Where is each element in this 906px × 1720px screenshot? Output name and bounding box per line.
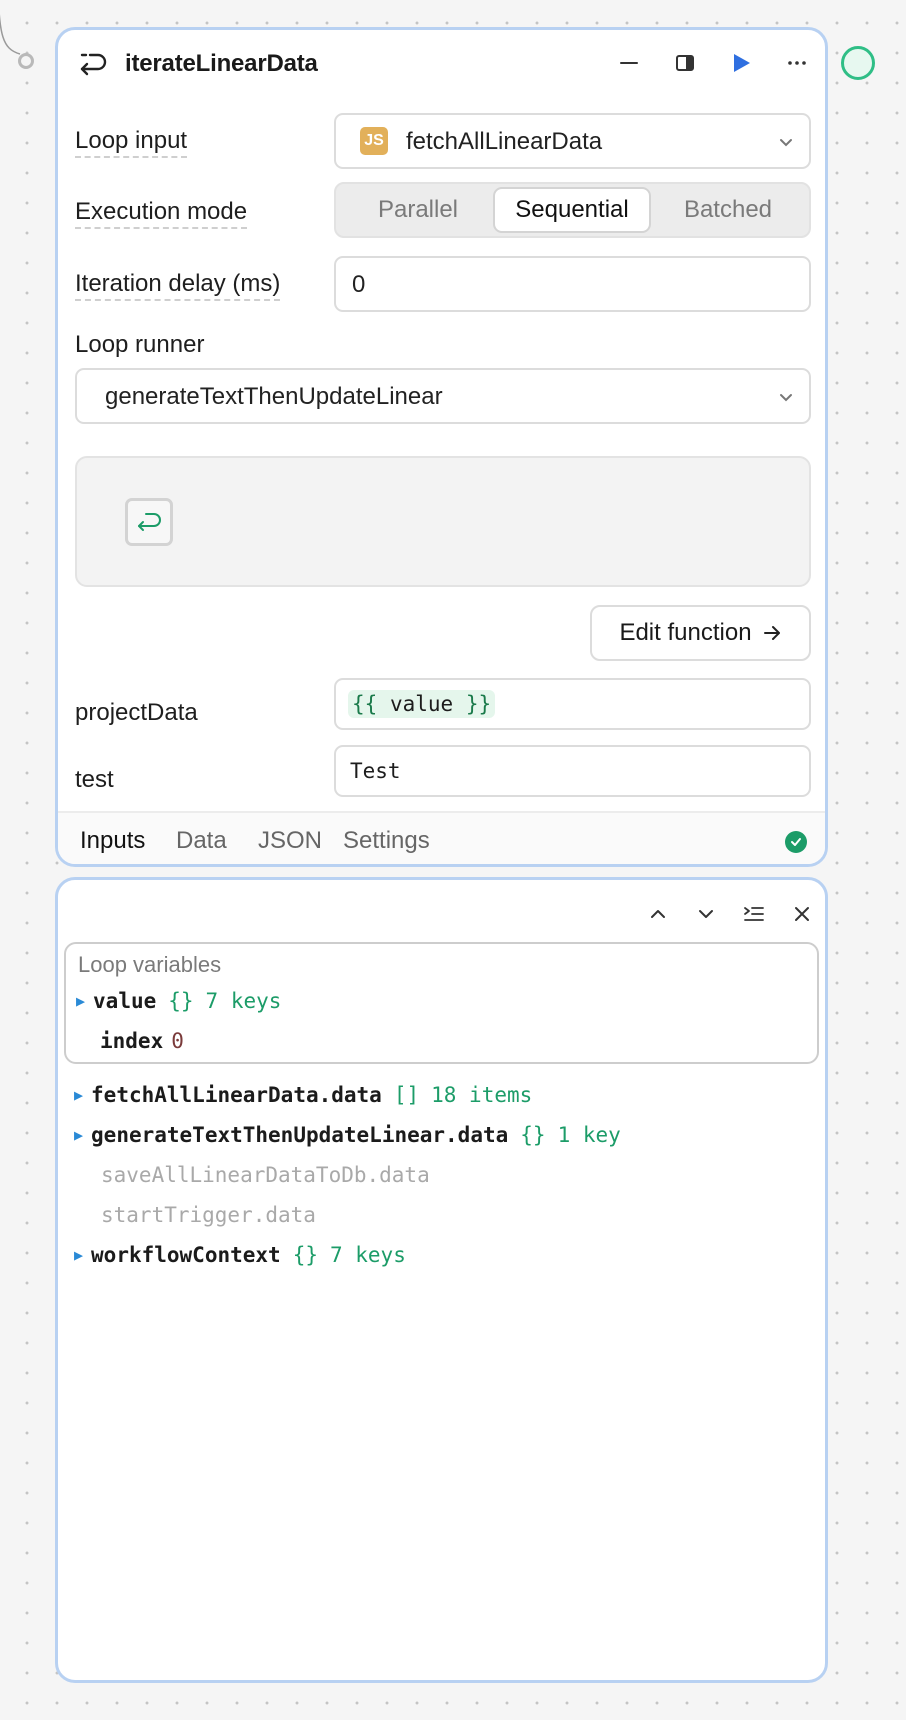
run-button[interactable] bbox=[724, 46, 758, 80]
tab-data[interactable]: Data bbox=[176, 827, 227, 855]
node-header: iterateLinearData bbox=[58, 30, 825, 94]
expand-triangle-icon[interactable]: ▶ bbox=[74, 1126, 83, 1144]
js-badge: JS bbox=[360, 127, 388, 155]
minimize-icon bbox=[620, 62, 638, 64]
side-panel-icon bbox=[676, 55, 694, 71]
expand-down-button[interactable] bbox=[690, 898, 722, 930]
edit-function-label: Edit function bbox=[619, 619, 752, 646]
input-port[interactable] bbox=[18, 53, 34, 69]
iteration-delay-value: 0 bbox=[352, 271, 366, 298]
tree-row-workflowcontext[interactable]: ▶ workflowContext{} 7 keys bbox=[74, 1242, 406, 1270]
chevron-down-icon bbox=[699, 910, 713, 918]
param-name-projectdata: projectData bbox=[75, 699, 198, 726]
tree-row-starttrigger: startTrigger.data bbox=[101, 1203, 316, 1227]
indent-button[interactable] bbox=[738, 898, 770, 930]
minimize-button[interactable] bbox=[612, 46, 646, 80]
node-title: iterateLinearData bbox=[125, 50, 318, 77]
more-button[interactable] bbox=[780, 46, 814, 80]
node-tabs: Inputs Data JSON Settings bbox=[58, 811, 825, 864]
expand-triangle-icon[interactable]: ▶ bbox=[74, 1246, 83, 1264]
tab-json[interactable]: JSON bbox=[258, 827, 322, 855]
expand-triangle-icon[interactable]: ▶ bbox=[74, 1086, 83, 1104]
loop-runner-select[interactable]: generateTextThenUpdateLinear bbox=[75, 368, 811, 424]
execution-mode-label: Execution mode bbox=[75, 198, 248, 229]
loop-runner-label: Loop runner bbox=[75, 331, 205, 358]
execution-mode-segmented-control: Parallel Sequential Batched bbox=[334, 182, 811, 238]
tab-inputs[interactable]: Inputs bbox=[80, 827, 145, 855]
loop-runner-value: generateTextThenUpdateLinear bbox=[105, 383, 443, 410]
side-panel-button[interactable] bbox=[668, 46, 702, 80]
tree-row-index: index 0 bbox=[100, 1029, 184, 1053]
collapse-up-button[interactable] bbox=[642, 898, 674, 930]
loop-arrow-icon bbox=[80, 53, 107, 76]
projectdata-input[interactable]: {{ value }} bbox=[334, 678, 811, 730]
status-check-icon bbox=[785, 831, 807, 853]
tree-row-fetchalllineardata[interactable]: ▶ fetchAllLinearData.data[] 18 items bbox=[74, 1082, 532, 1110]
loop-variables-box: Loop variables ▶ value{} 7 keys index 0 bbox=[64, 942, 819, 1064]
test-input[interactable]: Test bbox=[334, 745, 811, 797]
tab-settings[interactable]: Settings bbox=[343, 827, 430, 855]
template-expression: {{ value }} bbox=[348, 690, 496, 718]
arrow-right-icon bbox=[763, 626, 780, 640]
more-horizontal-icon bbox=[788, 61, 806, 65]
tree-row-savealllineardatatodb: saveAllLinearDataToDb.data bbox=[101, 1163, 430, 1187]
close-panel-button[interactable] bbox=[786, 898, 818, 930]
chevron-down-icon bbox=[780, 139, 792, 147]
iteration-delay-label: Iteration delay (ms) bbox=[75, 270, 281, 301]
tree-row-value[interactable]: ▶ value{} 7 keys bbox=[76, 988, 281, 1016]
list-indent-icon bbox=[744, 907, 764, 921]
edit-function-button[interactable]: Edit function bbox=[590, 605, 811, 661]
iteration-delay-input[interactable]: 0 bbox=[334, 256, 811, 312]
param-name-test: test bbox=[75, 766, 114, 793]
function-preview bbox=[75, 456, 811, 587]
variables-panel: Loop variables ▶ value{} 7 keys index 0 ▶ fe… bbox=[55, 877, 828, 1683]
function-node-thumbnail[interactable] bbox=[125, 498, 173, 546]
mode-sequential-button[interactable]: Sequential bbox=[493, 187, 651, 233]
play-icon bbox=[734, 54, 750, 72]
loop-input-label: Loop input bbox=[75, 127, 188, 158]
loop-node-card: iterateLinearData Loop input JS fetchAll… bbox=[55, 27, 828, 867]
chevron-up-icon bbox=[651, 910, 665, 918]
mode-batched-button[interactable]: Batched bbox=[649, 187, 807, 233]
loop-input-select[interactable]: JS fetchAllLinearData bbox=[334, 113, 811, 169]
return-arrow-icon bbox=[138, 513, 161, 531]
chevron-down-icon bbox=[780, 394, 792, 402]
test-input-value: Test bbox=[350, 759, 401, 783]
tree-row-generatetextthenupdatelinear[interactable]: ▶ generateTextThenUpdateLinear.data{} 1 ke… bbox=[74, 1122, 621, 1150]
expand-triangle-icon[interactable]: ▶ bbox=[76, 992, 85, 1010]
loop-variables-title: Loop variables bbox=[78, 952, 222, 977]
output-port[interactable] bbox=[841, 46, 875, 80]
loop-input-value: fetchAllLinearData bbox=[406, 128, 603, 155]
mode-parallel-button[interactable]: Parallel bbox=[339, 187, 497, 233]
close-icon bbox=[795, 907, 809, 921]
